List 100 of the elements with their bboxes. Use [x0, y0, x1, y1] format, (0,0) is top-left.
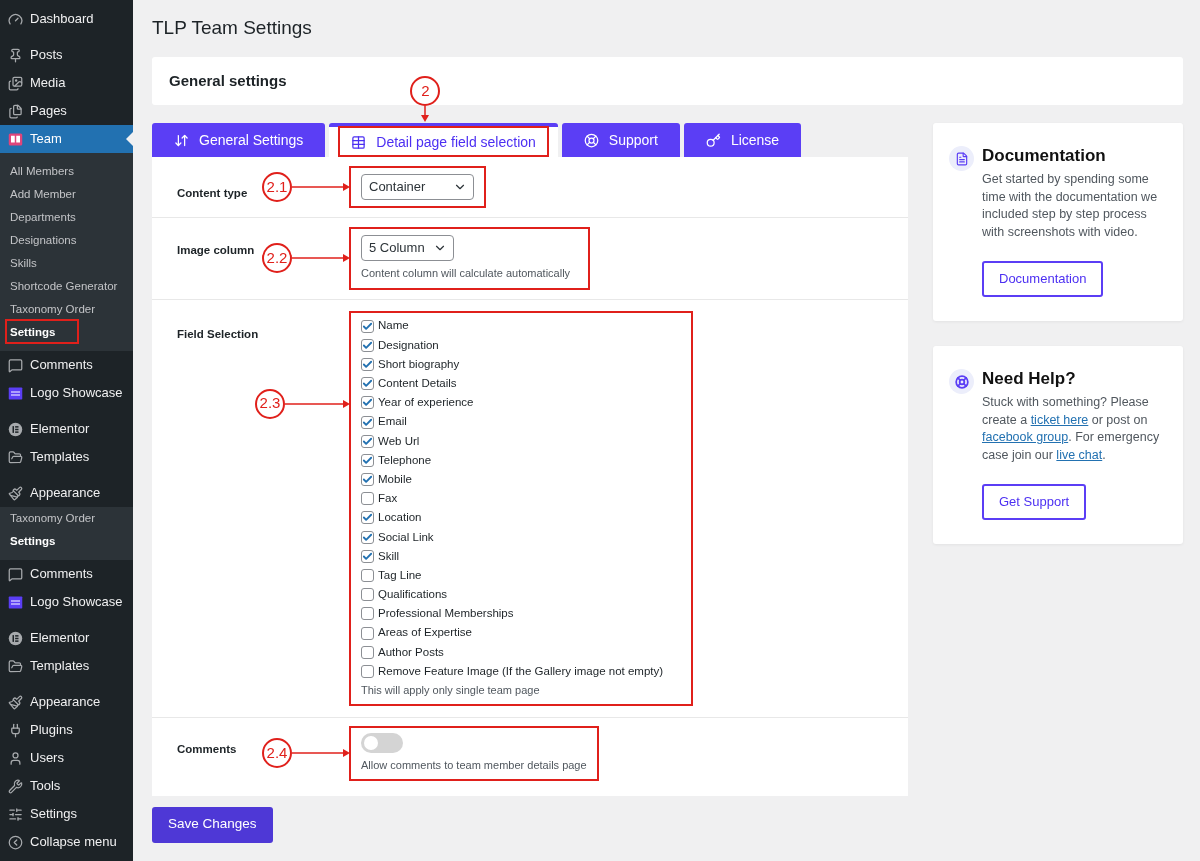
checkbox-option[interactable]: Author Posts	[361, 642, 664, 662]
sidebar-item[interactable]: Templates	[0, 652, 133, 680]
sidebar-item[interactable]: Appearance	[0, 479, 133, 507]
checkbox-option[interactable]: Designation	[361, 335, 664, 355]
submenu-item[interactable]: Add Member	[0, 183, 133, 206]
card-button[interactable]: Documentation	[982, 261, 1104, 297]
checkbox[interactable]	[361, 626, 374, 640]
sidebar-item[interactable]: Appearance	[0, 688, 133, 716]
sidebar-item[interactable]: Templates	[0, 443, 133, 471]
submenu-item[interactable]: Designations	[0, 229, 133, 252]
card-title: General settings	[169, 70, 287, 91]
current-pointer-icon	[126, 132, 133, 146]
circle-logo-icon	[8, 421, 23, 437]
document-icon	[949, 146, 974, 171]
sidebar-item[interactable]: Posts	[0, 41, 133, 69]
checkbox[interactable]	[361, 473, 374, 487]
sidebar-item[interactable]: Team	[0, 125, 133, 153]
sidebar-item[interactable]: Media	[0, 69, 133, 97]
collapse-icon	[8, 834, 23, 850]
sidebar-item[interactable]: Logo Showcase	[0, 588, 133, 616]
tab[interactable]: Detail page field selection	[329, 123, 558, 157]
sidebar-item[interactable]: Pages	[0, 97, 133, 125]
checkbox-option[interactable]: Short biography	[361, 354, 664, 375]
checkbox[interactable]	[361, 357, 374, 371]
card-title: Documentation	[982, 145, 1107, 167]
checkbox-option[interactable]: Telephone	[361, 450, 664, 470]
checkbox[interactable]	[361, 607, 374, 621]
team-icon	[8, 131, 23, 147]
checkbox-option[interactable]: Tag Line	[361, 565, 664, 586]
checkbox-option[interactable]: Location	[361, 508, 664, 528]
card-button[interactable]: Get Support	[982, 484, 1087, 520]
submenu-item[interactable]: Taxonomy Order	[0, 298, 133, 321]
submenu-item[interactable]: Skills	[0, 252, 133, 275]
checkbox[interactable]	[361, 492, 374, 506]
checkbox-option[interactable]: Fax	[361, 489, 664, 509]
checkbox-option[interactable]: Social Link	[361, 527, 664, 547]
checkbox[interactable]	[361, 511, 374, 525]
hint-text: Content column will calculate automatically	[361, 266, 572, 281]
card-description: Stuck with something? Please create a ticket here or post on facebook group. For emergency case join our live chat.	[982, 394, 1161, 464]
sidebar-item[interactable]: Elementor	[0, 415, 133, 443]
checkbox-option[interactable]: Content Details	[361, 374, 664, 394]
checkbox[interactable]	[361, 453, 374, 467]
check-icon	[362, 416, 373, 428]
tab[interactable]: General Settings	[152, 123, 326, 157]
checkbox[interactable]	[361, 434, 374, 448]
checkbox[interactable]	[361, 396, 374, 410]
sidebar-item[interactable]: Comments	[0, 351, 133, 379]
checkbox[interactable]	[361, 319, 374, 333]
tab[interactable]: License	[683, 123, 802, 157]
select-field[interactable]: Container	[361, 174, 475, 200]
checkbox[interactable]	[361, 530, 374, 544]
sidebar-item[interactable]: Tools	[0, 772, 133, 800]
sidebar-item[interactable]: Comments	[0, 560, 133, 588]
check-icon	[362, 454, 373, 466]
sidebar-item[interactable]: Logo Showcase	[0, 379, 133, 407]
checkbox-option[interactable]: Areas of Expertise	[361, 623, 664, 643]
pin-icon	[8, 47, 23, 63]
sidebar-item[interactable]: Settings	[0, 800, 133, 828]
check-icon	[362, 320, 373, 332]
submenu-item[interactable]: Taxonomy Order	[0, 507, 133, 530]
save-button[interactable]: Save Changes	[152, 806, 273, 843]
toggle-knob[interactable]	[364, 736, 378, 751]
callout-number: 2.3	[255, 388, 285, 419]
submenu-item[interactable]: Shortcode Generator	[0, 275, 133, 298]
logo-grid-icon	[8, 594, 23, 610]
user-icon	[8, 750, 23, 766]
checkbox-option[interactable]: Web Url	[361, 431, 664, 451]
submenu-item[interactable]: Departments	[0, 206, 133, 229]
checkbox[interactable]	[361, 377, 374, 391]
select-field[interactable]: 5 Column	[361, 235, 454, 261]
toggle-switch[interactable]	[361, 733, 403, 754]
checkbox-option[interactable]: Professional Memberships	[361, 604, 664, 624]
checkbox[interactable]	[361, 664, 374, 678]
checkbox[interactable]	[361, 588, 374, 602]
callout-number: 2.2	[262, 243, 292, 274]
checkbox[interactable]	[361, 549, 374, 563]
checkbox-option[interactable]: Qualifications	[361, 585, 664, 605]
sidebar-item[interactable]: Dashboard	[0, 5, 133, 33]
checkbox-option[interactable]: Name	[361, 316, 664, 336]
field-label: Image column	[177, 244, 255, 256]
checkbox[interactable]	[361, 415, 374, 429]
pages-icon	[8, 103, 23, 119]
sidebar-item[interactable]: Elementor	[0, 624, 133, 652]
sidebar-item[interactable]: Collapse menu	[0, 828, 133, 856]
submenu-item[interactable]: Settings	[0, 530, 133, 553]
checkbox-option[interactable]: Mobile	[361, 470, 664, 490]
checkbox[interactable]	[361, 569, 374, 583]
checkbox-option[interactable]: Remove Feature Image (If the Gallery image not empty)	[361, 661, 664, 682]
checkbox-option[interactable]: Skill	[361, 546, 664, 566]
sidebar-item[interactable]: Plugins	[0, 716, 133, 744]
checkbox[interactable]	[361, 338, 374, 352]
sidebar-item[interactable]: Users	[0, 744, 133, 772]
tab[interactable]: Support	[561, 123, 680, 157]
text-link[interactable]: ticket here	[1030, 412, 1089, 427]
submenu-item[interactable]: Settings	[0, 321, 133, 344]
submenu-item[interactable]: All Members	[0, 160, 133, 183]
plug-icon	[8, 722, 23, 738]
checkbox-option[interactable]: Email	[361, 412, 664, 432]
checkbox[interactable]	[361, 645, 374, 659]
checkbox-option[interactable]: Year of experience	[361, 393, 664, 413]
